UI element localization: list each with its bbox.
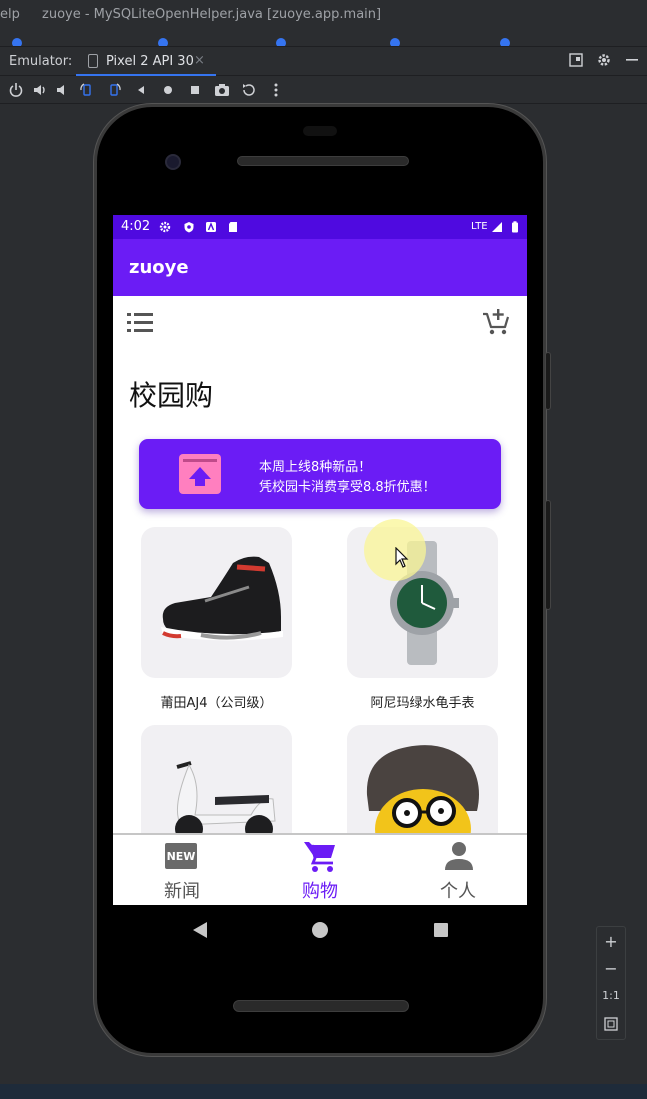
sneaker-image [161, 556, 283, 641]
nav-label: 个人 [440, 881, 476, 902]
volume-up-icon[interactable] [31, 81, 49, 99]
menu-line [134, 329, 153, 332]
menu-bullet [127, 329, 131, 332]
shop-page: 校园购 本周上线8种新品！ 凭校园卡消费享受8.8折优惠！ 莆田AJ4（公司级）… [113, 296, 527, 876]
ide-title-bar: elp zuoye - MySQLiteOpenHelper.java [zuo… [0, 0, 647, 30]
nav-item-profile[interactable]: 个人 [389, 835, 527, 905]
zoom-out-button[interactable]: − [597, 956, 625, 982]
window-title: zuoye - MySQLiteOpenHelper.java [zuoye.a… [42, 7, 382, 22]
cart-icon [304, 842, 335, 872]
more-options-icon[interactable] [267, 81, 285, 99]
editor-tab[interactable] [12, 36, 132, 46]
emulator-label: Emulator: [9, 54, 73, 69]
android-debug-icon [206, 222, 216, 232]
product-name: 阿尼玛绿水龟手表 [370, 696, 475, 711]
file-type-icon [158, 38, 168, 46]
android-status-bar: 4:02 LTE [113, 215, 527, 239]
person-icon [445, 842, 473, 870]
zoom-controls: + − 1:1 [596, 926, 626, 1040]
status-time: 4:02 [121, 219, 151, 234]
rotate-right-icon[interactable] [105, 81, 123, 99]
restore-window-icon[interactable] [569, 53, 583, 67]
volume-down-icon[interactable] [53, 81, 71, 99]
snapshot-restore-icon[interactable] [240, 81, 258, 99]
system-nav-bar [113, 905, 527, 955]
menu-bullet [127, 313, 131, 316]
file-type-icon [500, 38, 510, 46]
new-badge-icon: NEW [165, 843, 197, 869]
editor-tab-strip [0, 30, 647, 46]
app-toolbar: zuoye [113, 239, 527, 296]
power-icon[interactable] [7, 81, 25, 99]
file-type-icon [390, 38, 400, 46]
svg-text:NEW: NEW [167, 850, 196, 863]
power-side-button[interactable] [545, 352, 551, 410]
help-menu-fragment[interactable]: elp [0, 7, 20, 22]
emulator-toolbar [0, 76, 647, 104]
device-top-slot [303, 126, 337, 136]
zoom-actual-size-button[interactable]: 1:1 [597, 983, 625, 1009]
archive-upload-icon [179, 454, 221, 494]
device-screen: 4:02 LTE zuoye 校园购 本周上线8种新品！ 凭校园卡消费享受8.8… [113, 215, 527, 905]
nav-item-shopping[interactable]: 购物 [251, 835, 389, 905]
menu-line [134, 313, 153, 316]
earpiece-speaker [237, 156, 409, 166]
zoom-in-button[interactable]: + [597, 929, 625, 955]
emulator-panel-header: Emulator: Pixel 2 API 30 × [0, 46, 647, 76]
volume-side-button[interactable] [545, 500, 551, 610]
product-name: 莆田AJ4（公司级） [160, 696, 273, 711]
minimize-icon[interactable] [625, 53, 639, 67]
file-type-icon [276, 38, 286, 46]
back-icon[interactable] [132, 81, 150, 99]
add-to-cart-icon[interactable] [481, 306, 511, 336]
editor-tab[interactable] [158, 36, 278, 46]
network-type: LTE [471, 221, 488, 232]
editor-tab[interactable] [500, 36, 620, 46]
app-title: zuoye [129, 257, 189, 278]
camera-icon[interactable] [213, 81, 231, 99]
mouse-pointer-icon [395, 547, 409, 568]
sd-card-icon [229, 222, 237, 232]
nav-item-news[interactable]: NEW 新闻 [113, 835, 251, 905]
fit-screen-icon[interactable] [597, 1011, 625, 1037]
nav-label: 购物 [302, 881, 338, 902]
panel-actions [569, 53, 639, 67]
rotate-left-icon[interactable] [78, 81, 96, 99]
menu-bullet [127, 321, 131, 324]
phone-device-frame: 4:02 LTE zuoye 校园购 本周上线8种新品！ 凭校园卡消费享受8.8… [94, 104, 546, 1056]
gear-icon[interactable] [597, 53, 611, 67]
shield-status-icon [184, 222, 194, 233]
editor-tab[interactable] [390, 36, 510, 46]
nav-label: 新闻 [164, 881, 200, 902]
menu-line [134, 321, 153, 324]
signal-icon [492, 222, 502, 232]
system-recents-icon[interactable] [434, 923, 448, 937]
promo-line-2: 凭校园卡消费享受8.8折优惠！ [259, 480, 436, 495]
os-taskbar [0, 1084, 647, 1099]
editor-tab[interactable] [276, 36, 396, 46]
settings-status-icon [159, 221, 171, 233]
promo-line-1: 本周上线8种新品！ [259, 460, 372, 475]
phone-icon [88, 54, 98, 68]
page-title: 校园购 [129, 379, 214, 412]
close-tab-icon[interactable]: × [194, 53, 205, 68]
device-tab-label: Pixel 2 API 30 [106, 54, 194, 69]
device-tab[interactable]: Pixel 2 API 30 × [76, 47, 216, 76]
overview-icon[interactable] [186, 81, 204, 99]
system-home-icon[interactable] [312, 922, 328, 938]
menu-list-button[interactable] [127, 312, 155, 334]
bottom-navigation: NEW 新闻 购物 个人 [113, 833, 527, 905]
product-card-sneaker[interactable] [141, 527, 292, 678]
bottom-speaker [233, 1000, 409, 1012]
front-camera [165, 154, 181, 170]
battery-icon [512, 221, 518, 233]
file-type-icon [12, 38, 22, 46]
promo-banner[interactable]: 本周上线8种新品！ 凭校园卡消费享受8.8折优惠！ [139, 439, 501, 509]
home-icon[interactable] [159, 81, 177, 99]
system-back-icon[interactable] [193, 922, 207, 938]
